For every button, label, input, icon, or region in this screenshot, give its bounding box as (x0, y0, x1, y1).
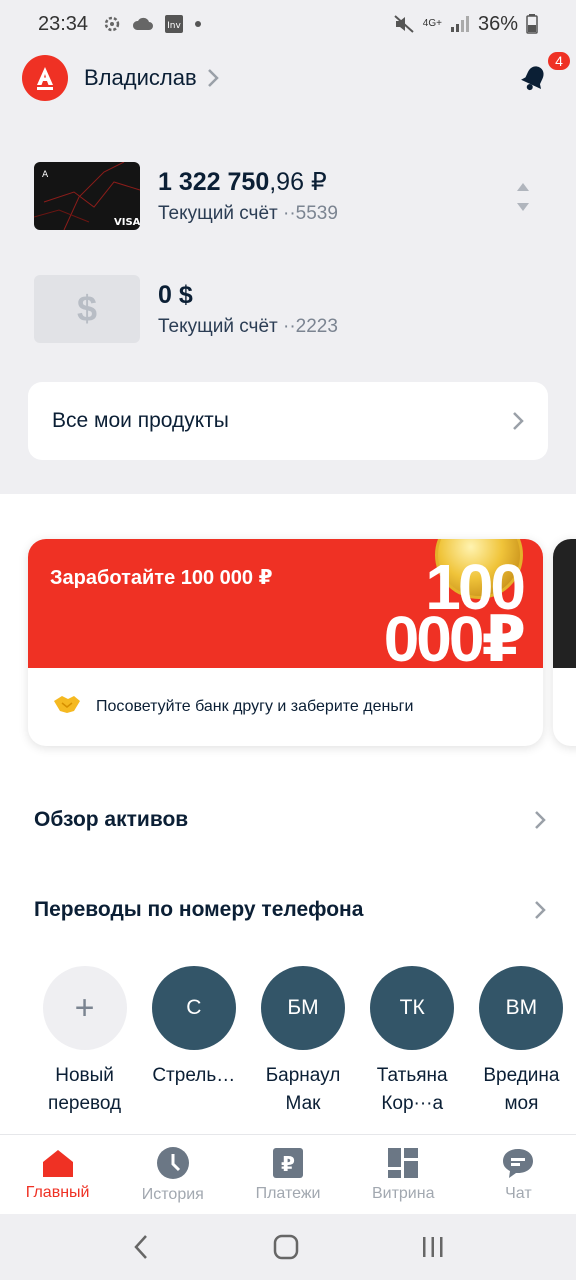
svg-text:VISA: VISA (114, 217, 140, 228)
tab-label: Платежи (255, 1184, 321, 1202)
home-button-icon[interactable] (273, 1234, 299, 1260)
clock-icon (156, 1146, 189, 1179)
tab-history[interactable]: История (115, 1135, 230, 1214)
contact-item[interactable]: ВМ Вредина моя (467, 966, 576, 1126)
arrow-down-icon (517, 203, 529, 211)
recents-icon[interactable] (421, 1235, 445, 1259)
tab-label: Чат (505, 1184, 532, 1202)
all-products-button[interactable]: Все мои продукты (28, 382, 548, 460)
contact-item[interactable]: С Стрель… (139, 966, 248, 1126)
alfa-logo (22, 55, 68, 101)
chevron-right-icon (534, 900, 546, 920)
chat-icon (503, 1148, 534, 1178)
settings-status-icon (104, 16, 120, 32)
battery-icon (526, 14, 538, 34)
tab-home[interactable]: Главный (0, 1135, 115, 1214)
tab-chat[interactable]: Чат (461, 1135, 576, 1214)
svg-text:A: A (42, 170, 49, 180)
handshake-icon (52, 693, 82, 722)
promo-banner[interactable]: Заработайте 100 000 ₽ 100 000₽ Посоветуй… (28, 539, 543, 746)
status-bar: 23:34 Inv 4G+ 36% (0, 0, 576, 48)
contact-name: Барнаул Мак (265, 1065, 341, 1114)
chevron-right-icon (534, 810, 546, 830)
chevron-right-icon (512, 411, 524, 431)
showcase-icon (388, 1147, 419, 1178)
avatar: С (151, 966, 236, 1050)
notifications-button[interactable]: 4 (514, 50, 572, 98)
svg-text:Inv: Inv (167, 21, 181, 31)
contact-item[interactable]: ТК Татьяна Кор···а (358, 966, 467, 1126)
bell-icon (521, 66, 544, 91)
account-label: Текущий счёт ··2223 (158, 315, 338, 337)
new-transfer-button[interactable]: + Новый перевод (30, 966, 139, 1126)
avatar: ВМ (479, 966, 564, 1050)
tab-label: История (141, 1185, 204, 1203)
user-name[interactable]: Владислав (84, 65, 197, 91)
phone-transfers-link[interactable]: Переводы по номеру телефона (34, 890, 546, 930)
promo-title: Заработайте 100 000 ₽ (50, 567, 273, 589)
plus-icon: + (42, 966, 127, 1050)
mute-icon (394, 15, 414, 33)
assets-overview-link[interactable]: Обзор активов (34, 800, 546, 840)
contact-name: Вредина моя (483, 1065, 560, 1114)
contacts-list: + Новый перевод С Стрель… БМ Барнаул Мак… (30, 966, 576, 1126)
account-card-usd[interactable]: $ 0 $ Текущий счёт ··2223 (34, 275, 338, 343)
header: Владислав 4 (22, 50, 572, 102)
phone-transfers-label: Переводы по номеру телефона (34, 898, 364, 921)
account-label: Текущий счёт ··5539 (158, 203, 338, 224)
back-icon[interactable] (131, 1234, 151, 1260)
battery-percent: 36% (477, 12, 518, 35)
dot-icon (195, 21, 202, 27)
reorder-accounts-button[interactable] (516, 182, 530, 212)
home-icon (42, 1149, 73, 1177)
promo-amount-graphic: 100 000₽ (383, 551, 526, 675)
status-time: 23:34 (38, 12, 89, 35)
account-card-rub[interactable]: A VISA 1 322 750,96 ₽ Текущий счёт ··553… (34, 162, 338, 230)
svg-text:₽: ₽ (281, 1152, 295, 1176)
bottom-tab-bar: Главный История ₽ Платежи Витрина Чат (0, 1134, 576, 1214)
account-balance: 0 $ (158, 280, 193, 309)
contact-name: Татьяна Кор···а (376, 1065, 448, 1114)
signal-icon (450, 16, 469, 32)
ruble-icon: ₽ (273, 1147, 303, 1178)
main-content: Заработайте 100 000 ₽ 100 000₽ Посоветуй… (0, 494, 576, 1134)
all-products-label: Все мои продукты (52, 409, 229, 432)
investing-app-icon: Inv (165, 15, 184, 33)
assets-overview-label: Обзор активов (34, 808, 189, 831)
cloud-icon (133, 17, 154, 30)
chevron-right-icon[interactable] (207, 68, 219, 88)
notifications-badge: 4 (546, 50, 572, 72)
tab-payments[interactable]: ₽ Платежи (230, 1135, 345, 1214)
contact-name: Новый перевод (48, 1065, 122, 1114)
avatar: БМ (261, 966, 345, 1050)
black-card-image: A VISA (34, 162, 140, 230)
tab-label: Главный (25, 1183, 90, 1201)
promo-subtitle: Посоветуйте банк другу и заберите деньги (96, 698, 414, 715)
tab-label: Витрина (371, 1184, 435, 1202)
account-balance: 1 322 750,96 ₽ (158, 168, 327, 196)
network-type: 4G+ (422, 18, 442, 29)
system-nav-bar (0, 1214, 576, 1280)
contact-item[interactable]: БМ Барнаул Мак (248, 966, 357, 1126)
dollar-icon: $ (34, 275, 140, 343)
arrow-up-icon (517, 183, 529, 191)
contact-name: Стрель… (152, 1065, 236, 1086)
tab-showcase[interactable]: Витрина (346, 1135, 461, 1214)
avatar: ТК (370, 966, 455, 1050)
next-promo-card[interactable] (553, 539, 576, 746)
